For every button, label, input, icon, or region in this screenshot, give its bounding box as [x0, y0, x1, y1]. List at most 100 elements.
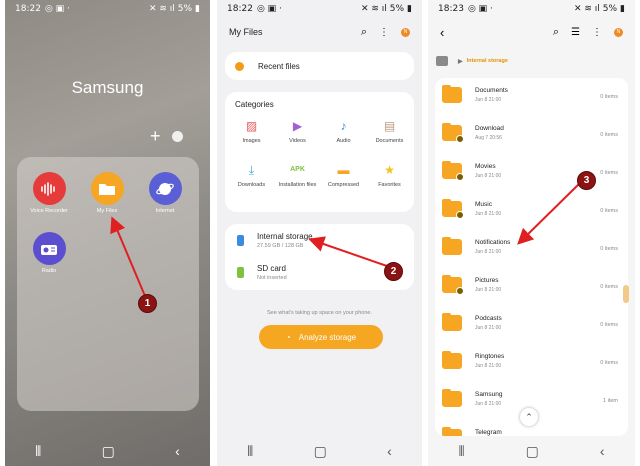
app-bar: My Files ⌕ ⋮ N: [217, 18, 422, 46]
folder-badge-icon: [456, 173, 464, 181]
folder-row-download[interactable]: Download Aug 7 20:56 0 items: [435, 116, 628, 154]
categories-title: Categories: [235, 100, 274, 109]
folder-icon: [442, 313, 462, 331]
phone-storage-icon: [237, 235, 244, 246]
breadcrumb-current[interactable]: Internal storage: [467, 58, 508, 64]
recents-icon[interactable]: ⦀: [247, 443, 253, 460]
folder-row-ringtones[interactable]: Ringtones Jun 8 21:00 0 items: [435, 344, 628, 382]
folder-icon: [442, 389, 462, 407]
navigation-bar: ⦀ ▢ ‹: [5, 436, 210, 466]
folder-row-pictures[interactable]: Pictures Jun 8 21:00 0 items: [435, 268, 628, 306]
storage-card: Internal storage 27.59 GB / 128 GB SD car…: [225, 224, 414, 290]
back-icon[interactable]: ‹: [387, 443, 392, 459]
analyze-storage-button[interactable]: ◔ Analyze storage: [259, 325, 383, 349]
category-label: Documents: [375, 138, 404, 144]
page-indicator-dot: [172, 131, 183, 142]
folder-count: 0 items: [600, 170, 618, 176]
search-icon[interactable]: ⌕: [361, 26, 367, 39]
app-voice-recorder[interactable]: Voice Recorder: [23, 172, 75, 214]
search-icon[interactable]: ⌕: [553, 26, 559, 39]
step-badge-3: 3: [577, 171, 596, 190]
avatar[interactable]: N: [614, 27, 623, 37]
sd-card-item[interactable]: SD card Not inserted: [237, 264, 287, 281]
folder-list: Documents Jun 8 21:00 0 items Download Aug 7…: [435, 78, 628, 436]
storage-status: Not inserted: [257, 275, 287, 281]
folder-row-music[interactable]: Music Jun 8 21:00 0 items: [435, 192, 628, 230]
storage-usage: 27.59 GB / 128 GB: [257, 243, 304, 249]
folder-row-podcasts[interactable]: Podcasts Jun 8 21:00 0 items: [435, 306, 628, 344]
scroll-to-top-button[interactable]: ⌃: [520, 408, 538, 426]
folder-title: Samsung: [71, 78, 144, 97]
back-arrow-icon[interactable]: ‹: [440, 25, 444, 40]
app-my-files[interactable]: My Files: [81, 172, 133, 214]
category-icon: ♪: [340, 119, 347, 133]
storage-name: SD card: [257, 264, 286, 273]
add-icon[interactable]: +: [150, 127, 161, 145]
category-icon: APK: [290, 166, 305, 173]
category-compressed[interactable]: ▬ Compressed: [321, 162, 366, 189]
folder-count: 0 items: [600, 284, 618, 290]
recent-files-item[interactable]: Recent files: [225, 52, 414, 80]
home-icon[interactable]: ▢: [526, 443, 539, 460]
home-icon[interactable]: ▢: [102, 443, 115, 460]
folder-count: 0 items: [600, 246, 618, 252]
planet-icon: [148, 172, 182, 205]
folder-badge-icon: [456, 211, 464, 219]
more-options-icon[interactable]: ⋮: [379, 27, 389, 38]
page-title: My Files: [229, 27, 263, 37]
folder-icon: [442, 123, 464, 143]
folder-name: Telegram: [475, 429, 502, 436]
signal-icon: ✕ ≋ ıl: [573, 4, 600, 14]
category-label: Compressed: [327, 182, 360, 188]
folder-icon: [442, 237, 462, 255]
back-icon[interactable]: ‹: [600, 443, 605, 459]
radio-icon: [32, 232, 66, 265]
category-images[interactable]: ▨ Images: [229, 118, 274, 145]
home-folder-icon[interactable]: [436, 56, 448, 66]
folder-name: Samsung: [475, 391, 503, 398]
app-internet[interactable]: Internet: [139, 172, 191, 214]
folder-date: Jun 8 21:00: [475, 401, 502, 407]
app-radio[interactable]: Radio: [23, 232, 75, 274]
folder-row-documents[interactable]: Documents Jun 8 21:00 0 items: [435, 78, 628, 116]
avatar[interactable]: N: [401, 27, 410, 37]
folder-count: 0 items: [600, 360, 618, 366]
app-label: Voice Recorder: [30, 208, 68, 214]
folder-icon: [442, 161, 464, 181]
folder-date: Jun 8 21:00: [475, 97, 502, 103]
battery-text: 5%: [602, 4, 618, 14]
analyze-label: Analyze storage: [298, 332, 357, 342]
folder-date: Jun 8 21:00: [475, 325, 502, 331]
folder-name: Pictures: [475, 277, 499, 284]
step-badge-1: 1: [138, 294, 157, 313]
folder-count: 0 items: [600, 132, 618, 138]
category-documents[interactable]: ▤ Documents: [367, 118, 412, 145]
battery-icon: ▮: [195, 4, 200, 14]
recents-icon[interactable]: ⦀: [35, 443, 41, 460]
battery-icon: ▮: [407, 4, 412, 14]
status-time: 18:22: [227, 4, 253, 14]
battery-text: 5%: [177, 4, 193, 14]
folder-name: Documents: [475, 87, 508, 94]
category-installation-files[interactable]: APK Installation files: [275, 162, 320, 189]
category-downloads[interactable]: ⤓ Downloads: [229, 162, 274, 189]
notification-icon: ◎ ▣ ⋅: [44, 4, 70, 14]
folder-icon: [90, 172, 124, 205]
scroll-handle[interactable]: [623, 285, 629, 303]
list-view-icon[interactable]: ☰: [571, 27, 580, 38]
folder-name: Podcasts: [475, 315, 502, 322]
internal-storage-item[interactable]: Internal storage 27.59 GB / 128 GB: [237, 232, 313, 249]
more-options-icon[interactable]: ⋮: [592, 27, 602, 38]
category-videos[interactable]: ▶ Videos: [275, 118, 320, 145]
category-favorites[interactable]: ★ Favorites: [367, 162, 412, 189]
back-icon[interactable]: ‹: [175, 443, 180, 459]
recents-icon[interactable]: ⦀: [458, 443, 464, 460]
category-audio[interactable]: ♪ Audio: [321, 118, 366, 145]
folder-icon: [442, 199, 464, 219]
analyze-icon: ◔: [285, 332, 291, 342]
folder-row-notifications[interactable]: Notifications Jun 8 21:00 0 items: [435, 230, 628, 268]
home-icon[interactable]: ▢: [314, 443, 327, 460]
categories-card: Categories ▨ Images ▶ Videos ♪ Audio ▤ Document…: [225, 92, 414, 212]
folder-name: Ringtones: [475, 353, 505, 360]
folder-row-movies[interactable]: Movies Jun 8 21:00 0 items: [435, 154, 628, 192]
